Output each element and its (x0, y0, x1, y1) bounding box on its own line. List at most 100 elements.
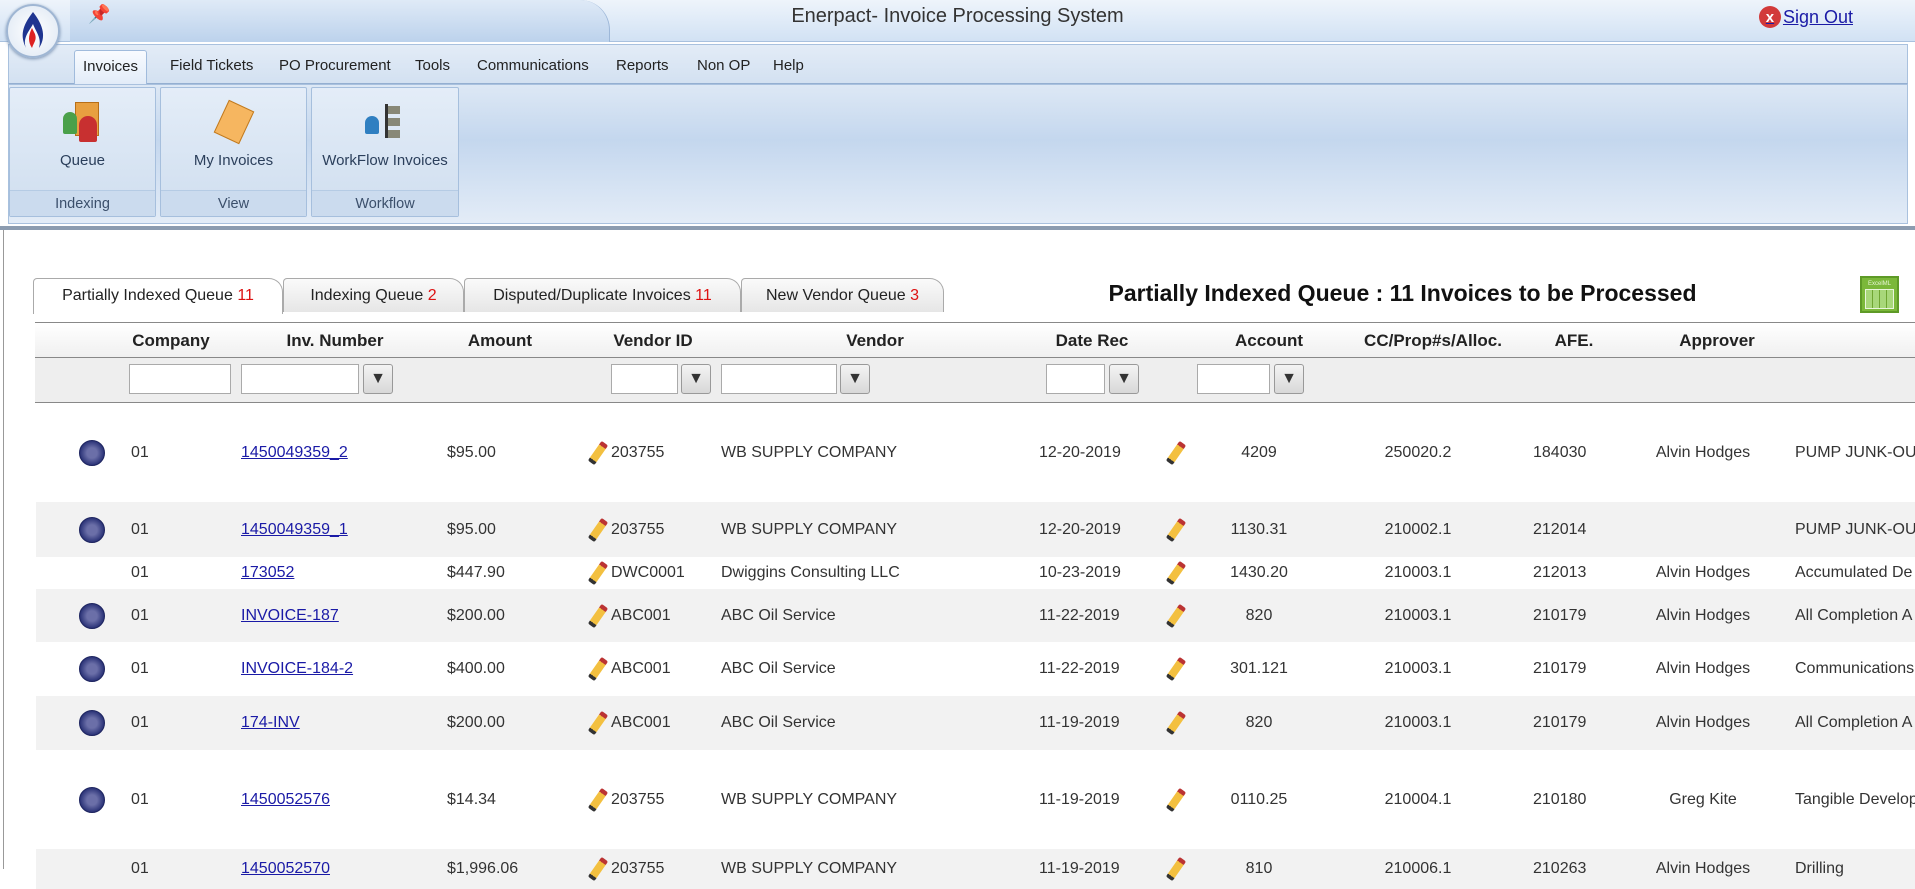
header-vendor-id[interactable]: Vendor ID (613, 331, 692, 351)
edit-pencil-icon[interactable] (587, 710, 609, 736)
filter-icon[interactable]: ▼ (681, 364, 711, 394)
menu-tab-field-tickets[interactable]: Field Tickets (162, 50, 261, 84)
row-status-icon[interactable] (79, 786, 105, 813)
edit-pencil-icon[interactable] (587, 656, 609, 682)
menu-tab-reports[interactable]: Reports (608, 50, 677, 84)
table-row[interactable]: 01 INVOICE-184-2 $400.00 ABC001 ABC Oil Serv… (36, 642, 1915, 696)
edit-pencil-icon[interactable] (1165, 787, 1187, 812)
cell-account: 301.121 (1230, 660, 1288, 677)
tab-disputed-duplicate-invoices[interactable]: Disputed/Duplicate Invoices 11 (464, 278, 741, 312)
menu-tab-non-op[interactable]: Non OP (689, 50, 758, 84)
edit-pencil-icon[interactable] (587, 560, 609, 586)
edit-pencil-icon[interactable] (1165, 710, 1187, 736)
cell-desc: Accumulated De (1795, 564, 1913, 581)
my-invoices-label: My Invoices (193, 152, 274, 169)
row-status-icon[interactable] (79, 656, 105, 682)
table-row[interactable]: 01 1450049359_1 $95.00 203755 WB SUPPLY COMP… (36, 502, 1915, 557)
edit-pencil-icon[interactable] (1165, 560, 1187, 586)
inv-number-filter-input[interactable] (241, 364, 359, 394)
filter-icon[interactable]: ▼ (840, 364, 870, 394)
app-logo[interactable] (6, 4, 60, 58)
date-filter-input[interactable] (1046, 364, 1105, 394)
edit-pencil-icon[interactable] (1165, 603, 1187, 628)
excel-export-button[interactable]: ExcelML (1860, 276, 1899, 313)
vendor-id-filter-input[interactable] (611, 364, 678, 394)
edit-pencil-icon[interactable] (587, 440, 609, 465)
tab-new-vendor-queue[interactable]: New Vendor Queue 3 (741, 278, 944, 312)
table-row[interactable]: 01 1450052576 $14.34 203755 WB SUPPLY COMPAN… (36, 750, 1915, 849)
edit-pencil-icon[interactable] (1165, 517, 1187, 542)
filter-icon[interactable]: ▼ (363, 364, 393, 394)
invoice-link[interactable]: INVOICE-187 (241, 607, 339, 625)
header-cc-prop-alloc[interactable]: CC/Prop#s/Alloc. (1364, 331, 1502, 351)
menu-tab-help[interactable]: Help (765, 50, 812, 84)
close-icon: x (1758, 6, 1781, 28)
vendor-filter-input[interactable] (721, 364, 837, 394)
menu-tab-communications[interactable]: Communications (469, 50, 597, 84)
header-inv-number[interactable]: Inv. Number (287, 331, 384, 351)
tab-indexing-queue[interactable]: Indexing Queue 2 (283, 278, 464, 312)
cell-vendor-id: 203755 (611, 443, 665, 461)
filter-icon[interactable]: ▼ (1109, 364, 1139, 394)
tab-partially-indexed-queue[interactable]: Partially Indexed Queue 11 (33, 278, 283, 314)
table-row[interactable]: 01 1450049359_2 $95.00 203755 WB SUPPLY COMP… (36, 403, 1915, 502)
header-afe[interactable]: AFE. (1555, 331, 1594, 351)
invoice-link[interactable]: 173052 (241, 564, 294, 582)
filter-row: ▼ ▼ ▼ ▼ ▼ (35, 358, 1915, 403)
table-row[interactable]: 01 INVOICE-187 $200.00 ABC001 ABC Oil Servic… (36, 589, 1915, 642)
tab-count: 2 (427, 287, 437, 304)
row-status-icon[interactable] (79, 602, 105, 629)
cell-approver: Greg Kite (1669, 790, 1737, 808)
edit-pencil-icon[interactable] (1165, 656, 1187, 682)
company-filter-input[interactable] (129, 364, 231, 394)
edit-pencil-icon[interactable] (1165, 440, 1187, 465)
header-company[interactable]: Company (132, 331, 209, 351)
menu-tab-invoices[interactable]: Invoices (74, 50, 148, 84)
tab-label: New Vendor Queue (765, 287, 906, 304)
header-approver[interactable]: Approver (1679, 331, 1755, 351)
cell-vendor: WB SUPPLY COMPANY (721, 520, 898, 538)
cell-vendor-id: ABC001 (611, 660, 671, 677)
cell-desc: Drilling (1795, 860, 1844, 877)
cell-vendor: ABC Oil Service (721, 714, 836, 731)
edit-pencil-icon[interactable] (587, 603, 609, 628)
invoice-link[interactable]: 174-INV (241, 714, 300, 732)
header-amount[interactable]: Amount (468, 331, 532, 351)
my-invoices-button[interactable]: My Invoices (161, 88, 306, 188)
edit-pencil-icon[interactable] (587, 517, 609, 542)
menu-tab-tools[interactable]: Tools (407, 50, 458, 84)
cell-cc: 210002.1 (1384, 520, 1452, 538)
invoice-link[interactable]: 1450052570 (241, 860, 330, 878)
group-label-workflow: Workflow (312, 190, 458, 216)
queue-button[interactable]: Queue (10, 88, 155, 188)
workflow-invoices-label: WorkFlow Invoices (322, 152, 448, 169)
queue-label: Queue (59, 152, 106, 169)
invoice-link[interactable]: INVOICE-184-2 (241, 660, 353, 678)
invoice-link[interactable]: 1450049359_2 (241, 444, 348, 462)
row-status-icon[interactable] (79, 710, 105, 736)
invoice-link[interactable]: 1450052576 (241, 791, 330, 809)
table-row[interactable]: 01 174-INV $200.00 ABC001 ABC Oil Service 11-… (36, 696, 1915, 750)
edit-pencil-icon[interactable] (587, 856, 609, 882)
row-status-icon[interactable] (79, 439, 105, 466)
account-filter-input[interactable] (1197, 364, 1270, 394)
row-status-icon[interactable] (79, 516, 105, 543)
edit-pencil-icon[interactable] (587, 787, 609, 812)
table-row[interactable]: 01 173052 $447.90 DWC0001 Dwiggins Consultin… (36, 557, 1915, 589)
header-vendor[interactable]: Vendor (846, 331, 904, 351)
filter-icon[interactable]: ▼ (1274, 364, 1304, 394)
header-account[interactable]: Account (1235, 331, 1303, 351)
sign-out-link[interactable]: x Sign Out (1758, 6, 1853, 28)
invoice-link[interactable]: 1450049359_1 (241, 521, 348, 539)
menu-tab-po-procurement[interactable]: PO Procurement (271, 50, 399, 84)
edit-pencil-icon[interactable] (1165, 856, 1187, 882)
excel-export-label: ExcelML (1867, 281, 1891, 287)
cell-account: 1430.20 (1230, 564, 1288, 581)
cell-amount: $95.00 (447, 520, 496, 538)
cell-cc: 210003.1 (1384, 606, 1452, 624)
workflow-invoices-button[interactable]: WorkFlow Invoices (312, 88, 458, 188)
cell-amount: $200.00 (447, 606, 505, 624)
header-date-rec[interactable]: Date Rec (1056, 331, 1129, 351)
table-row[interactable]: 01 1450052570 $1,996.06 203755 WB SUPPLY COM… (36, 849, 1915, 889)
cell-amount: $200.00 (447, 714, 505, 731)
